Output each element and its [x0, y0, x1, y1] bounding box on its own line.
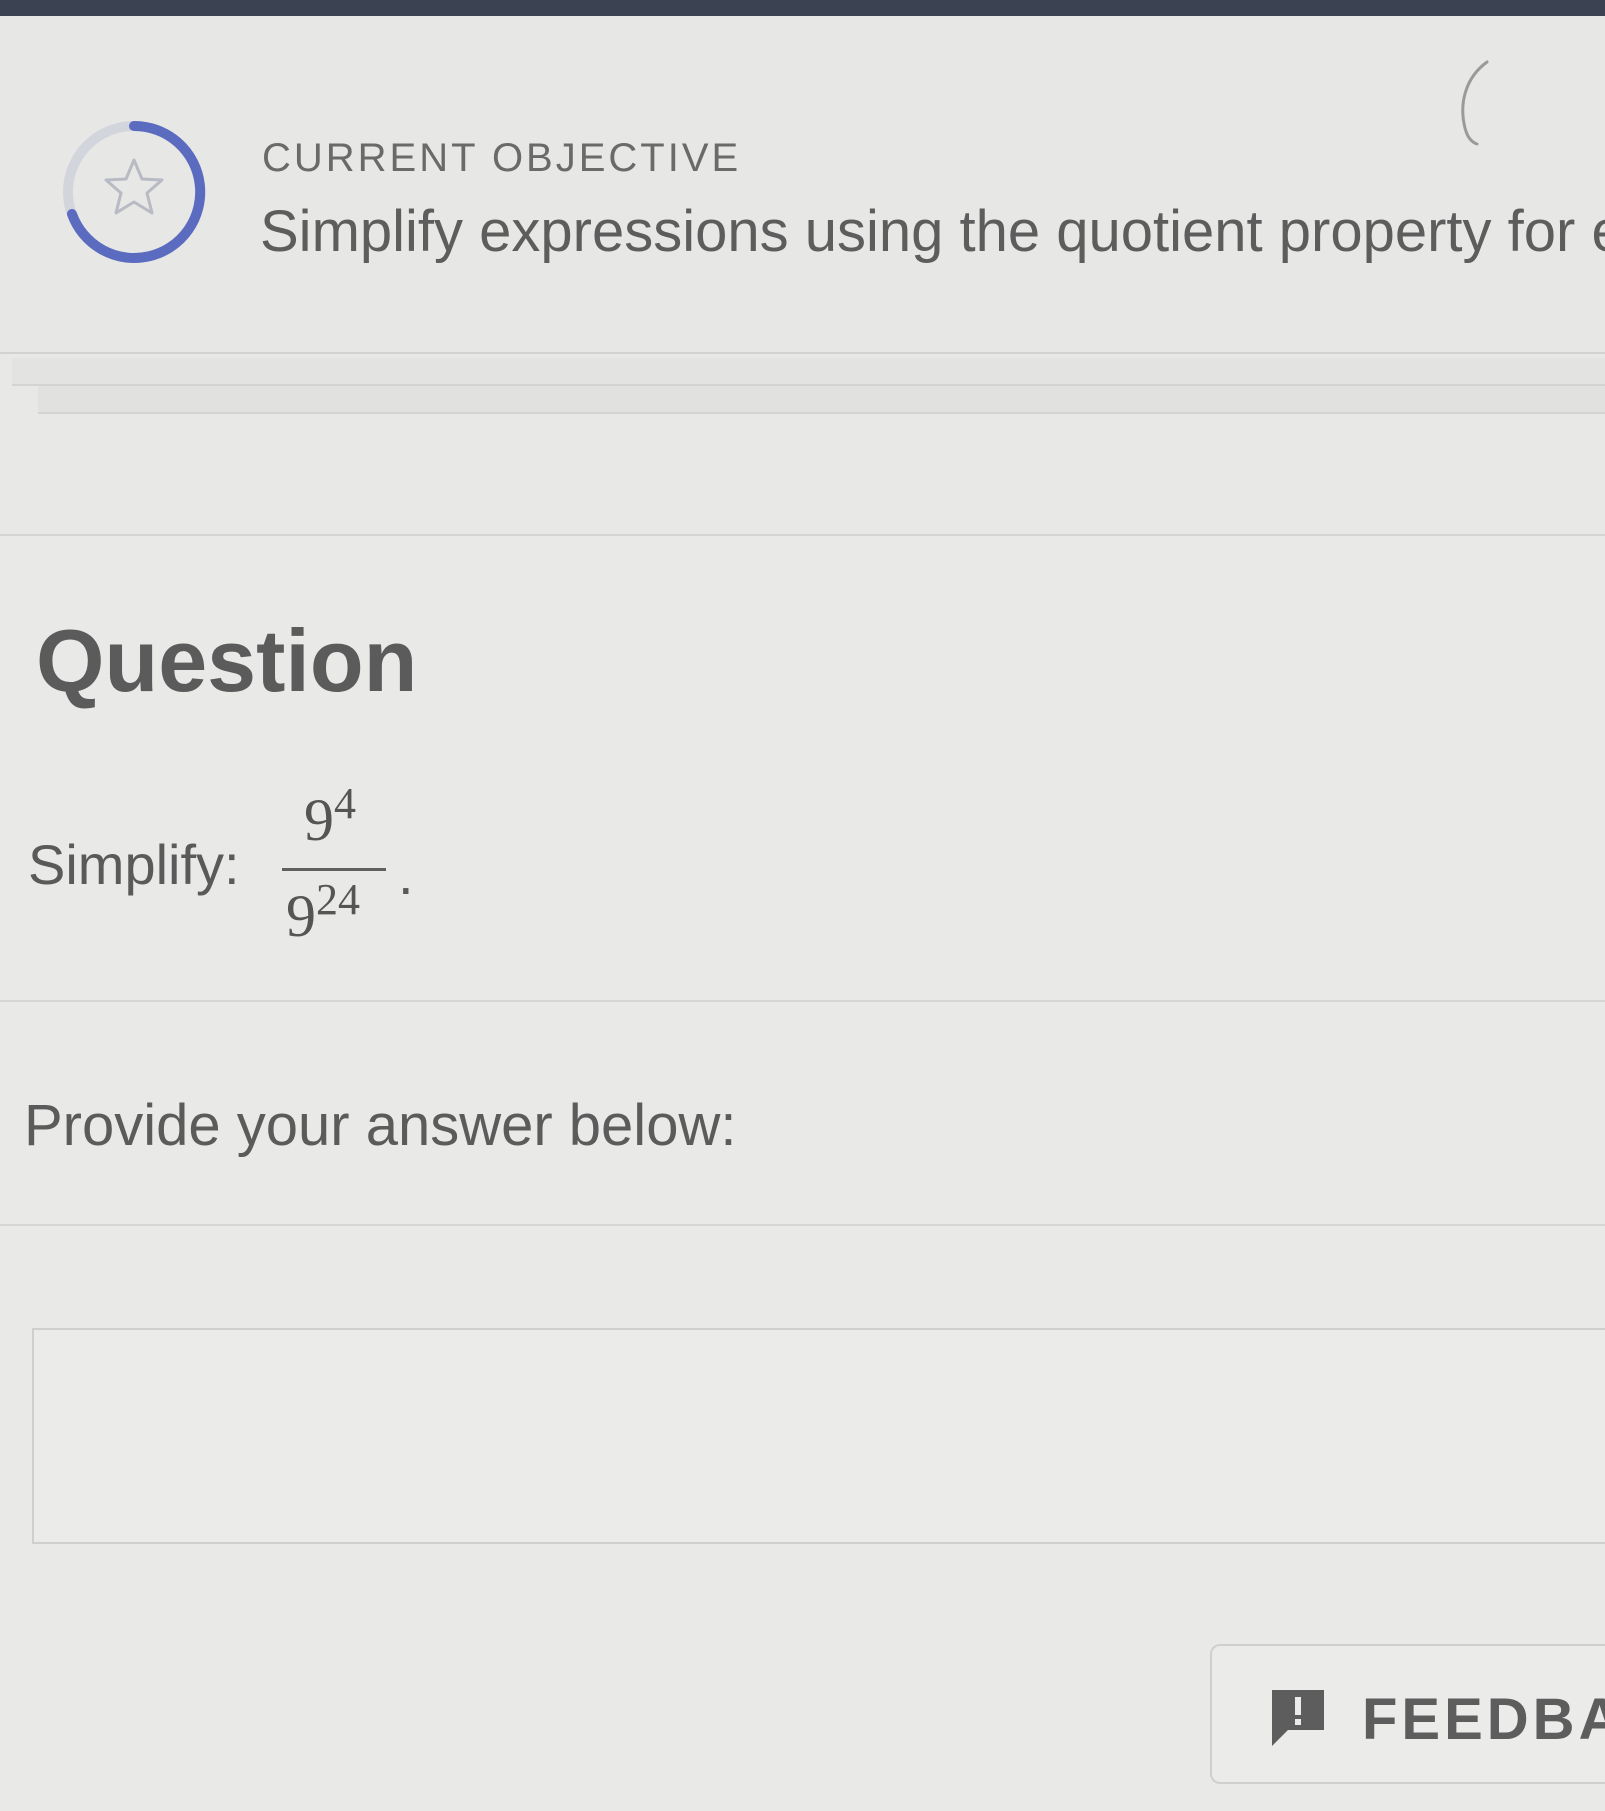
- expression-period: .: [398, 843, 414, 906]
- feedback-button[interactable]: FEEDBACK: [1210, 1644, 1605, 1784]
- feedback-label: FEEDBACK: [1362, 1687, 1605, 1752]
- stacked-card-edge: [38, 386, 1605, 414]
- numerator-base: 9: [304, 787, 334, 853]
- divider: [0, 1000, 1605, 1002]
- collapse-icon[interactable]: [1455, 56, 1495, 152]
- top-bar: [0, 0, 1605, 16]
- answer-input[interactable]: [32, 1328, 1605, 1544]
- objective-progress-icon: [63, 120, 206, 263]
- objective-label: CURRENT OBJECTIVE: [262, 136, 742, 180]
- answer-prompt: Provide your answer below:: [24, 1093, 737, 1158]
- question-heading: Question: [36, 611, 418, 710]
- objective-title: Simplify expressions using the quotient …: [260, 199, 1605, 264]
- feedback-icon: [1272, 1690, 1324, 1746]
- simplify-label: Simplify:: [28, 833, 240, 896]
- fraction-numerator: 94: [304, 782, 356, 855]
- star-icon: [104, 158, 164, 215]
- fraction-denominator: 924: [286, 878, 360, 951]
- denominator-base: 9: [286, 883, 316, 949]
- question-panel: [0, 534, 1605, 1811]
- stacked-card-edge: [12, 358, 1605, 386]
- fraction-bar: [282, 868, 386, 871]
- denominator-exponent: 24: [316, 875, 360, 924]
- divider: [0, 1224, 1605, 1226]
- numerator-exponent: 4: [334, 779, 356, 828]
- objective-panel: CURRENT OBJECTIVE Simplify expressions u…: [0, 16, 1605, 354]
- fraction-expression: 94 924: [282, 770, 392, 960]
